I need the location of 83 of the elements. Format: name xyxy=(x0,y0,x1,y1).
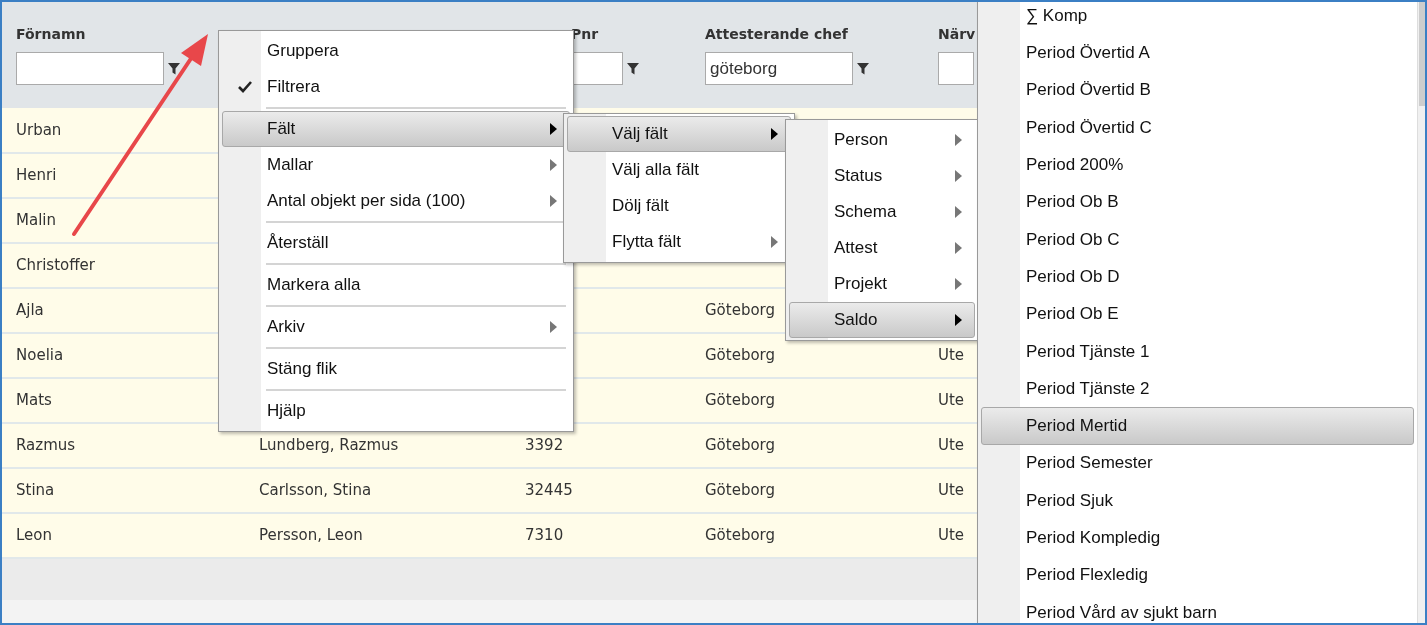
filter-icon[interactable] xyxy=(856,61,870,76)
filter-icon[interactable] xyxy=(626,61,640,76)
menu-item[interactable]: Projekt xyxy=(789,266,975,302)
table-cell: Persson, Leon xyxy=(259,526,363,545)
table-cell: 3392 xyxy=(525,436,564,455)
table-cell: Ajla xyxy=(16,301,44,320)
menu-item[interactable]: Period Ob B xyxy=(981,183,1414,221)
table-cell: Göteborg xyxy=(705,346,776,365)
scrollbar[interactable] xyxy=(1417,2,1425,623)
menu-item[interactable]: Arkiv xyxy=(222,309,570,345)
menu-item[interactable]: Period Övertid C xyxy=(981,108,1414,147)
table-cell: Ute xyxy=(938,391,965,410)
menu-item[interactable]: Fält xyxy=(222,111,570,147)
menu-item[interactable]: Filtrera xyxy=(222,69,570,105)
menu-item[interactable]: Person xyxy=(789,122,975,158)
menu-item[interactable]: Saldo xyxy=(789,302,975,338)
submenu-arrow-icon xyxy=(550,123,557,135)
menu-item[interactable]: Period Mertid xyxy=(981,407,1414,445)
menu-item[interactable]: Hjälp xyxy=(222,393,570,429)
menu-item[interactable]: Välj fält xyxy=(567,116,791,152)
table-cell: Göteborg xyxy=(705,301,776,320)
table-cell: 7310 xyxy=(525,526,564,545)
table-cell: Henri xyxy=(16,166,57,185)
column-header[interactable]: Närv xyxy=(938,24,976,52)
submenu-arrow-icon xyxy=(955,134,962,146)
table-cell: Noelia xyxy=(16,346,64,365)
menu-item[interactable]: Attest xyxy=(789,230,975,266)
menu-item[interactable]: Antal objekt per sida (100) xyxy=(222,183,570,219)
menu-item[interactable]: Period Ob E xyxy=(981,295,1414,333)
table-cell: Göteborg xyxy=(705,436,776,455)
submenu-arrow-icon xyxy=(955,314,962,326)
submenu-arrow-icon xyxy=(771,236,778,248)
submenu-arrow-icon xyxy=(955,206,962,218)
table-cell: Mats xyxy=(16,391,52,410)
filter-field[interactable] xyxy=(16,52,164,85)
table-cell: Göteborg xyxy=(705,481,776,500)
table-cell: Ute xyxy=(938,481,965,500)
table-cell: Malin xyxy=(16,211,56,230)
menu-item[interactable]: Period Semester xyxy=(981,444,1414,482)
menu-item[interactable]: Status xyxy=(789,158,975,194)
menu-item[interactable]: Mallar xyxy=(222,147,570,183)
table-cell: Urban xyxy=(16,120,62,139)
submenu-arrow-icon xyxy=(955,278,962,290)
menu-item[interactable]: Period Vård av sjukt barn xyxy=(981,593,1414,623)
table-cell: Göteborg xyxy=(705,526,776,545)
menu-item[interactable]: Period Ob C xyxy=(981,220,1414,259)
table-cell: Razmus xyxy=(16,436,76,455)
submenu-arrow-icon xyxy=(550,195,557,207)
filter-field[interactable] xyxy=(938,52,974,85)
menu-item[interactable]: Stäng flik xyxy=(222,351,570,387)
menu-item[interactable]: ∑ Komp xyxy=(981,2,1414,35)
menu-item[interactable]: Flytta fält xyxy=(567,224,791,260)
column-header[interactable]: Attesterande chef xyxy=(705,24,848,52)
submenu-arrow-icon xyxy=(955,242,962,254)
menu-item[interactable]: Period 200% xyxy=(981,146,1414,184)
menu-item[interactable]: Period Ob D xyxy=(981,258,1414,296)
filter-field[interactable]: göteborg xyxy=(705,52,853,85)
submenu-arrow-icon xyxy=(550,321,557,333)
column-header[interactable]: Förnamn xyxy=(16,24,86,52)
menu-item[interactable]: Period Kompledig xyxy=(981,519,1414,557)
menu-item[interactable]: Period Flexledig xyxy=(981,556,1414,594)
table-cell: Stina xyxy=(16,481,55,500)
table-cell: Christoffer xyxy=(16,256,95,275)
table-cell: Ute xyxy=(938,526,965,545)
submenu-arrow-icon xyxy=(771,128,778,140)
menu-item[interactable]: Gruppera xyxy=(222,33,570,69)
menu-item[interactable]: Markera alla xyxy=(222,267,570,303)
submenu-arrow-icon xyxy=(955,170,962,182)
filter-icon[interactable] xyxy=(167,61,181,76)
table-cell: Ute xyxy=(938,436,965,455)
menu-item[interactable]: Period Tjänste 2 xyxy=(981,369,1414,408)
table-cell: Leon xyxy=(16,526,52,545)
table-cell: Lundberg, Razmus xyxy=(259,436,399,455)
menu-item[interactable]: Period Övertid B xyxy=(981,71,1414,109)
menu-item[interactable]: Period Övertid A xyxy=(981,34,1414,72)
table-cell: Carlsson, Stina xyxy=(259,481,372,500)
table-cell: Ute xyxy=(938,346,965,365)
menu-item[interactable]: Period Sjuk xyxy=(981,481,1414,520)
submenu-arrow-icon xyxy=(550,159,557,171)
table-cell: Göteborg xyxy=(705,391,776,410)
menu-item[interactable]: Period Tjänste 1 xyxy=(981,332,1414,370)
menu-item[interactable]: Schema xyxy=(789,194,975,230)
table-cell: 32445 xyxy=(525,481,573,500)
